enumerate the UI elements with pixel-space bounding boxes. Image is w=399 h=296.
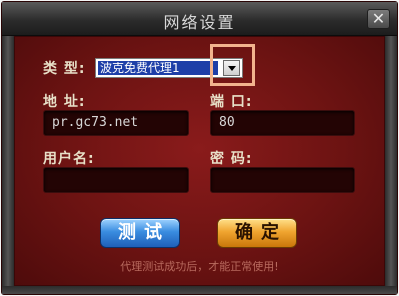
password-label: 密 码:	[210, 151, 253, 167]
port-label: 端 口:	[210, 94, 253, 110]
close-button[interactable]: ✕	[367, 9, 390, 29]
hint-text: 代理测试成功后，才能正常使用!	[120, 260, 279, 273]
dropdown-highlight-box	[210, 44, 255, 86]
address-label: 地 址:	[43, 94, 86, 110]
frame-bottom	[2, 286, 397, 294]
dialog-title: 网络设置	[163, 13, 236, 32]
password-field[interactable]	[210, 167, 355, 193]
address-field[interactable]: pr.gc73.net	[43, 110, 189, 136]
port-field[interactable]: 80	[210, 110, 355, 136]
username-field[interactable]	[43, 167, 189, 193]
proxy-type-value: 波克免费代理1	[98, 61, 218, 75]
close-icon: ✕	[371, 9, 386, 28]
frame-right	[385, 36, 397, 294]
ok-button[interactable]: 确定	[217, 218, 297, 248]
username-label: 用户名:	[43, 151, 95, 167]
frame-left	[2, 36, 14, 294]
test-button[interactable]: 测试	[100, 218, 180, 248]
type-label: 类 型:	[43, 61, 86, 77]
title-bar[interactable]: 网络设置 ✕	[2, 2, 397, 36]
